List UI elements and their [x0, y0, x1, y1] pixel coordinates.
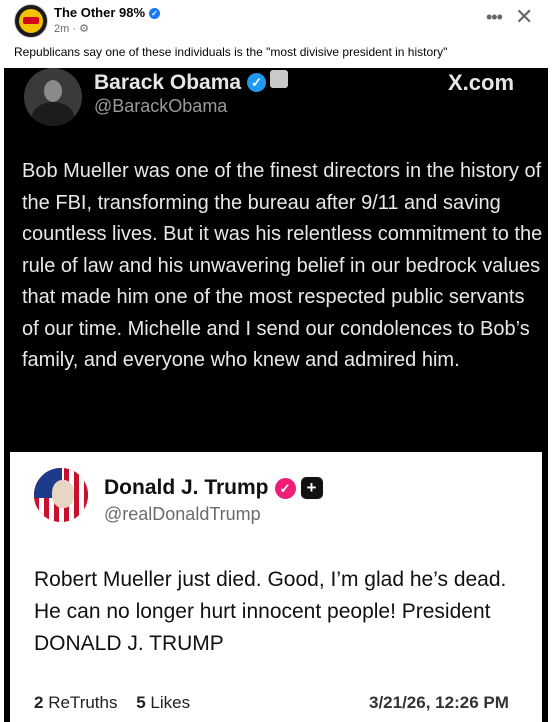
obama-avatar [24, 68, 82, 126]
page-name[interactable]: The Other 98% ✓ [54, 5, 161, 20]
page-avatar[interactable] [14, 4, 48, 38]
obama-tweet-text: Bob Mueller was one of the finest direct… [22, 160, 543, 371]
retruths-stat: 2 ReTruths [34, 693, 118, 712]
likes-stat: 5 Likes [136, 693, 191, 712]
truth-date: 3/21/26, 12:26 PM [369, 693, 509, 712]
plus-icon: + [300, 477, 323, 499]
post-meta: 2m · ⚙ [54, 23, 89, 35]
verified-check-icon: ✓ [247, 73, 267, 92]
trump-name: Donald J. Trump ✓ + [104, 476, 323, 500]
trump-handle: @realDonaldTrump [104, 504, 261, 524]
more-options-icon[interactable]: ••• [486, 8, 503, 26]
gear-icon: ⚙ [79, 23, 89, 35]
post-header: The Other 98% ✓ 2m · ⚙ ••• ✕ [0, 0, 552, 42]
trump-truth-card: Donald J. Trump ✓ + @realDonaldTrump Rober… [10, 452, 542, 722]
trump-avatar [34, 468, 88, 522]
obama-name: Barack Obama ✓ [94, 70, 289, 95]
post-timestamp[interactable]: 2m [54, 23, 69, 35]
trump-truth-text: Robert Mueller just died. Good, I’m glad… [34, 568, 507, 655]
verified-check-icon: ✓ [274, 478, 296, 499]
government-seal-icon [270, 70, 289, 88]
close-icon[interactable]: ✕ [515, 6, 533, 28]
x-logo: X.com [448, 70, 515, 95]
obama-handle: @BarackObama [94, 96, 228, 116]
post-image[interactable]: Barack Obama ✓ @BarackObama X.com Bob Mue… [4, 68, 548, 722]
truth-stats: 2 ReTruths 5 Likes [34, 693, 204, 713]
post-caption: Republicans say one of these individuals… [14, 45, 448, 59]
verified-badge-icon: ✓ [149, 8, 161, 19]
